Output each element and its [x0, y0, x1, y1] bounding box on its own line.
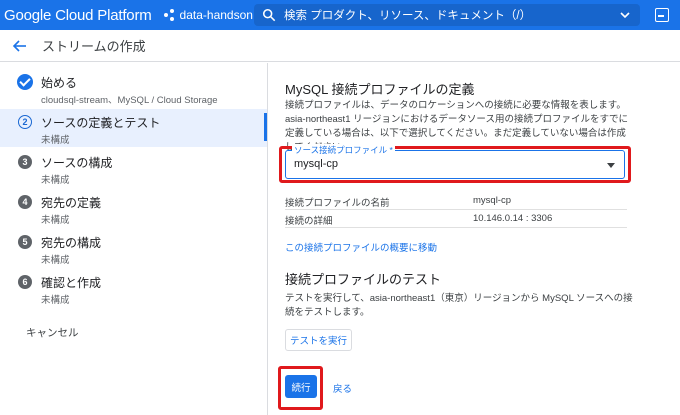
check-circle-icon	[17, 74, 33, 90]
step-label: ソースの構成	[41, 156, 113, 170]
step-label: 宛先の構成	[41, 236, 102, 250]
cancel-button[interactable]: キャンセル	[26, 325, 79, 340]
step-number: 6	[18, 275, 32, 289]
back-arrow-icon[interactable]	[12, 38, 28, 54]
step-configure-source[interactable]: 3 ソースの構成 未構成	[0, 149, 267, 187]
step-label: 確認と作成	[41, 276, 102, 290]
step-number: 3	[18, 155, 32, 169]
cloud-shell-icon[interactable]	[655, 8, 669, 22]
step-number: 4	[18, 195, 32, 209]
active-indicator	[264, 113, 267, 141]
step-sub: cloudsql-stream、MySQL / Cloud Storage	[41, 95, 218, 106]
step-sub: 未構成	[41, 135, 70, 146]
source-profile-select[interactable]: ソース接続プロファイル * mysql-cp	[285, 144, 625, 179]
step-sub: 未構成	[41, 255, 70, 266]
run-test-button[interactable]: テストを実行	[285, 329, 352, 351]
select-value: mysql-cp	[294, 158, 339, 170]
project-selector[interactable]: data-handson	[163, 8, 267, 22]
project-name: data-handson	[179, 8, 253, 22]
brand-title[interactable]: Google Cloud Platform	[4, 7, 152, 24]
step-review-create[interactable]: 6 確認と作成 未構成	[0, 269, 267, 307]
project-icon	[163, 9, 176, 21]
step-label: ソースの定義とテスト	[41, 116, 161, 130]
step-get-started[interactable]: 始める cloudsql-stream、MySQL / Cloud Storag…	[0, 69, 267, 107]
test-description: テストを実行して、asia-northeast1（東京）リージョンから MySQ…	[285, 293, 633, 318]
continue-button[interactable]: 続行	[285, 375, 317, 398]
step-sub: 未構成	[41, 215, 70, 226]
page-title: ストリームの作成	[42, 39, 146, 54]
step-number: 5	[18, 235, 32, 249]
profile-overview-link[interactable]: この接続プロファイルの概要に移動	[285, 240, 437, 254]
step-define-destination[interactable]: 4 宛先の定義 未構成	[0, 189, 267, 227]
info-key: 接続プロファイルの名前	[285, 198, 390, 209]
search-placeholder: 検索 プロダクト、リソース、ドキュメント（/）	[284, 10, 532, 22]
step-label: 始める	[41, 76, 78, 90]
step-number: 2	[18, 115, 32, 129]
top-app-bar: Google Cloud Platform data-handson 検索 プロ…	[0, 0, 680, 30]
info-key: 接続の詳細	[285, 216, 333, 227]
search-bar[interactable]: 検索 プロダクト、リソース、ドキュメント（/）	[254, 4, 640, 26]
back-button[interactable]: 戻る	[333, 381, 352, 395]
select-label: ソース接続プロファイル *	[292, 144, 395, 156]
info-row: 接続の詳細 10.146.0.14 : 3306	[285, 210, 627, 228]
info-value: 10.146.0.14 : 3306	[473, 213, 553, 224]
stepper: 始める cloudsql-stream、MySQL / Cloud Storag…	[0, 63, 268, 415]
page-header: ストリームの作成	[0, 30, 680, 62]
info-value: mysql-cp	[473, 195, 512, 206]
chevron-down-icon	[620, 12, 630, 19]
step-sub: 未構成	[41, 295, 70, 306]
dropdown-arrow-icon	[607, 163, 615, 168]
search-icon	[262, 8, 276, 22]
step-configure-destination[interactable]: 5 宛先の構成 未構成	[0, 229, 267, 267]
step-define-source[interactable]: 2 ソースの定義とテスト 未構成	[0, 109, 267, 147]
step-sub: 未構成	[41, 175, 70, 186]
step-label: 宛先の定義	[41, 196, 102, 210]
test-section-title: 接続プロファイルのテスト	[285, 272, 442, 287]
section-title: MySQL 接続プロファイルの定義	[285, 82, 475, 97]
info-row: 接続プロファイルの名前 mysql-cp	[285, 192, 627, 210]
